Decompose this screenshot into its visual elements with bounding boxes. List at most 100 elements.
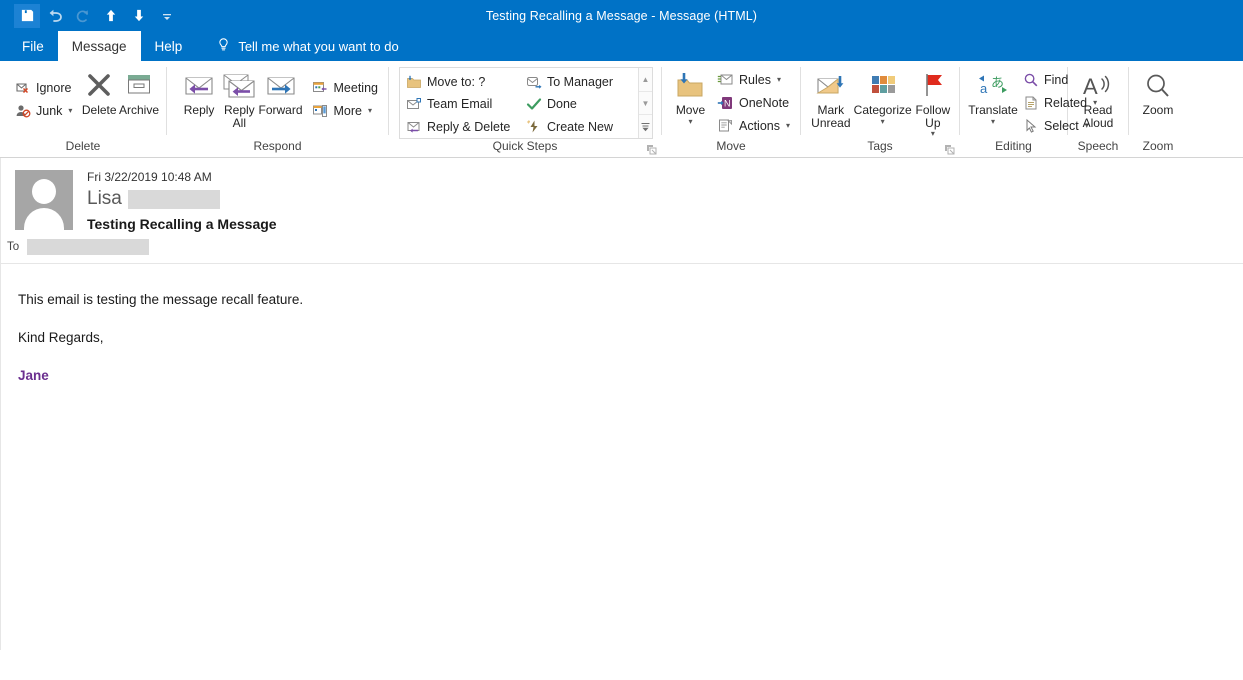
- meeting-label: Meeting: [334, 81, 378, 95]
- quick-steps-gallery: Move to: ? Team Email Repl: [399, 67, 653, 139]
- find-label: Find: [1044, 73, 1068, 87]
- chevron-down-icon: ▾: [688, 118, 692, 125]
- tab-help[interactable]: Help: [141, 31, 197, 61]
- message-body[interactable]: This email is testing the message recall…: [0, 264, 1243, 650]
- redo-icon[interactable]: [70, 4, 96, 28]
- mark-unread-icon: [815, 70, 847, 102]
- onenote-icon: N: [717, 94, 734, 111]
- quick-step-done[interactable]: Done: [523, 93, 638, 115]
- ribbon: Ignore Junk ▾ Delete: [0, 61, 1243, 158]
- quick-step-team-email[interactable]: Team Email: [403, 93, 523, 115]
- undo-icon[interactable]: [42, 4, 68, 28]
- ignore-icon: [14, 79, 31, 96]
- customize-quick-access-toolbar-icon[interactable]: [154, 4, 180, 28]
- chevron-down-icon: ▾: [991, 118, 995, 125]
- quick-step-move-to[interactable]: Move to: ?: [403, 71, 523, 93]
- reply-label: Reply: [184, 104, 215, 117]
- avatar: [15, 170, 73, 230]
- group-label-respond: Respond: [167, 139, 388, 157]
- move-button[interactable]: Move ▾: [670, 67, 711, 125]
- quick-steps-scroll-up-button[interactable]: ▲: [639, 68, 652, 92]
- ignore-label: Ignore: [36, 81, 71, 95]
- zoom-magnifier-icon: [1143, 70, 1173, 102]
- to-label: To: [7, 241, 19, 253]
- categorize-button[interactable]: Categorize ▾: [853, 67, 913, 125]
- delete-button[interactable]: Delete: [80, 67, 118, 117]
- sender-name: Lisa: [87, 188, 122, 210]
- mark-unread-label: Mark Unread: [810, 104, 852, 129]
- reply-button[interactable]: Reply: [177, 67, 221, 117]
- more-respond-label: More: [334, 104, 362, 118]
- quick-steps-scroll-down-button[interactable]: ▼: [639, 92, 652, 116]
- quick-step-create-new[interactable]: Create New: [523, 116, 638, 138]
- tab-message[interactable]: Message: [58, 31, 141, 61]
- next-item-icon[interactable]: [126, 4, 152, 28]
- actions-button[interactable]: Actions ▾: [715, 114, 794, 137]
- read-aloud-icon: A: [1082, 70, 1114, 102]
- previous-item-icon[interactable]: [98, 4, 124, 28]
- move-label: Move: [676, 104, 705, 117]
- actions-icon: [717, 117, 734, 134]
- tags-dialog-launcher[interactable]: [944, 142, 955, 153]
- quick-steps-more-button[interactable]: [639, 115, 652, 138]
- save-icon[interactable]: [14, 4, 40, 28]
- delete-x-icon: [84, 70, 114, 102]
- chevron-down-icon: ▾: [777, 75, 781, 84]
- ribbon-group-speech: A Read Aloud Speech: [1068, 61, 1128, 157]
- to-manager-icon: [525, 74, 542, 91]
- more-respond-button[interactable]: More ▾: [310, 99, 382, 122]
- svg-text:a: a: [980, 81, 988, 96]
- lightbulb-icon: [216, 37, 231, 56]
- ribbon-group-move: Move ▾ Rules ▾ N OneNote: [662, 61, 800, 157]
- ignore-button[interactable]: Ignore: [12, 76, 76, 99]
- archive-icon: [124, 70, 154, 102]
- follow-up-button[interactable]: Follow Up ▾: [913, 67, 953, 137]
- forward-label: Forward: [259, 104, 303, 117]
- create-new-icon: [525, 118, 542, 135]
- quick-steps-scrollbar[interactable]: ▲ ▼: [638, 68, 652, 138]
- body-signature: Jane: [18, 366, 1243, 385]
- select-cursor-icon: [1022, 117, 1039, 134]
- onenote-label: OneNote: [739, 96, 789, 110]
- follow-up-flag-icon: [919, 70, 947, 102]
- onenote-button[interactable]: N OneNote: [715, 91, 794, 114]
- move-folder-icon: [674, 70, 706, 102]
- group-label-editing: Editing: [960, 139, 1067, 157]
- group-label-quick-steps: Quick Steps: [389, 139, 661, 157]
- quick-step-move-to-label: Move to: ?: [427, 75, 485, 89]
- chevron-down-icon: ▾: [881, 118, 885, 125]
- quick-step-to-manager-label: To Manager: [547, 75, 613, 89]
- tell-me-search[interactable]: Tell me what you want to do: [196, 31, 398, 61]
- chevron-down-icon: ▾: [68, 106, 72, 115]
- junk-button[interactable]: Junk ▾: [12, 99, 76, 122]
- move-to-icon: [405, 74, 422, 91]
- message-date: Fri 3/22/2019 10:48 AM: [87, 170, 277, 184]
- categorize-label: Categorize: [854, 104, 912, 117]
- quick-step-to-manager[interactable]: To Manager: [523, 71, 638, 93]
- quick-step-reply-delete[interactable]: Reply & Delete: [403, 116, 523, 138]
- chevron-down-icon: ▾: [368, 106, 372, 115]
- follow-up-label: Follow Up: [914, 104, 952, 129]
- rules-button[interactable]: Rules ▾: [715, 68, 794, 91]
- zoom-button[interactable]: Zoom: [1135, 67, 1181, 117]
- forward-button[interactable]: Forward: [258, 67, 304, 117]
- translate-icon: aあ: [978, 70, 1008, 102]
- zoom-label: Zoom: [1143, 104, 1174, 117]
- reply-all-button[interactable]: Reply All: [221, 67, 257, 129]
- meeting-button[interactable]: Meeting: [310, 76, 382, 99]
- archive-label: Archive: [119, 104, 159, 117]
- avatar-head: [32, 179, 56, 204]
- chevron-down-icon: ▾: [786, 121, 790, 130]
- ribbon-group-editing: aあ Translate ▾ Find Related ▾: [960, 61, 1067, 157]
- read-aloud-button[interactable]: A Read Aloud: [1074, 67, 1122, 129]
- title-bar: Testing Recalling a Message - Message (H…: [0, 0, 1243, 31]
- quick-step-create-new-label: Create New: [547, 120, 613, 134]
- tab-file[interactable]: File: [8, 31, 58, 61]
- reply-all-icon: [222, 70, 256, 102]
- mark-unread-button[interactable]: Mark Unread: [809, 67, 853, 129]
- translate-button[interactable]: aあ Translate ▾: [968, 67, 1018, 125]
- quick-steps-dialog-launcher[interactable]: [646, 142, 657, 153]
- archive-button[interactable]: Archive: [118, 67, 160, 117]
- message-sender[interactable]: Lisa: [87, 188, 277, 210]
- quick-step-done-label: Done: [547, 97, 577, 111]
